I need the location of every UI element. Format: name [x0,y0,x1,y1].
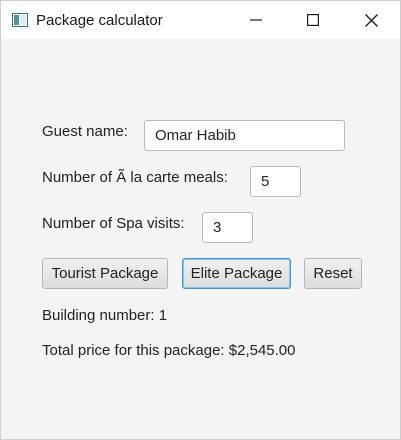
close-icon [364,13,378,27]
building-number-text: Building number: 1 [42,307,168,324]
spa-input[interactable] [202,212,253,243]
guest-name-input[interactable] [144,120,345,151]
total-price-text: Total price for this package: $2,545.00 [42,342,296,359]
close-button[interactable] [348,1,394,39]
reset-button[interactable]: Reset [304,258,362,289]
app-icon [12,13,28,27]
maximize-icon [307,14,319,26]
maximize-button[interactable] [290,1,336,39]
meals-input[interactable] [250,166,301,197]
window-title: Package calculator [36,12,163,29]
title-bar[interactable]: Package calculator [1,1,400,39]
spa-label: Number of Spa visits: [42,215,185,232]
guest-name-label: Guest name: [42,123,128,140]
app-window: Package calculator Guest name: Number of… [0,0,401,440]
tourist-package-button[interactable]: Tourist Package [42,258,168,289]
minimize-button[interactable] [233,1,279,39]
meals-label: Number of Ã la carte meals: [42,169,228,186]
minimize-icon [250,19,262,21]
elite-package-button[interactable]: Elite Package [182,258,291,289]
